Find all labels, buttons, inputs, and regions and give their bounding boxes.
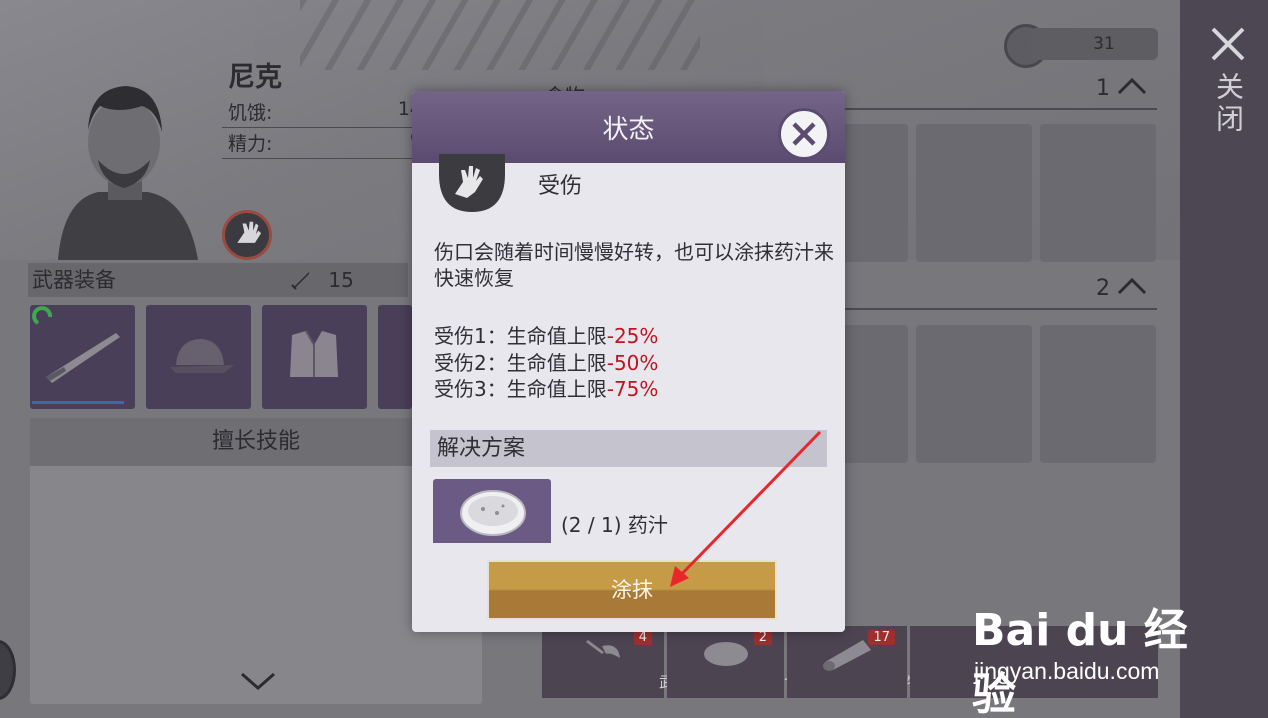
- medicine-item-slot[interactable]: [433, 479, 551, 543]
- stat-energy: 精力: 9: [222, 129, 422, 159]
- equip-slot-hat[interactable]: [146, 305, 251, 409]
- equip-slot-clothes[interactable]: [262, 305, 367, 409]
- chevron-up-icon: [1117, 277, 1147, 295]
- chevron-down-icon[interactable]: [238, 666, 278, 696]
- vest-icon: [290, 330, 338, 377]
- inventory-slot[interactable]: [1040, 124, 1156, 262]
- apply-button[interactable]: 涂抹: [487, 560, 777, 620]
- effect-line: 受伤3：生命值上限-75%: [434, 377, 659, 401]
- close-icon[interactable]: [1208, 24, 1248, 64]
- modal-close-button[interactable]: [778, 108, 830, 160]
- inventory-slot[interactable]: [916, 124, 1032, 262]
- modal-header: 状态: [412, 91, 845, 163]
- tab-food-medicine[interactable]: 2 食物药品: [667, 626, 844, 698]
- tab-badge: 4: [633, 630, 652, 645]
- injury-hand-icon: [439, 154, 505, 212]
- solution-header: 解决方案: [430, 430, 827, 467]
- left-menu-orb[interactable]: [0, 640, 16, 700]
- meat-icon: [703, 642, 748, 666]
- chevron-up-icon: [1117, 77, 1147, 95]
- equipment-title: 武器装备: [32, 268, 116, 292]
- condition-name: 受伤: [538, 174, 583, 199]
- medicine-requirement: (2 / 1) 药汁: [561, 513, 668, 537]
- baidu-watermark: Bai du 经验 jingyan.baidu.com: [972, 590, 1212, 718]
- stat-energy-label: 精力:: [228, 133, 273, 155]
- sword-icon: [291, 272, 309, 290]
- equip-slot-extra[interactable]: [378, 305, 412, 409]
- axe-icon: [586, 640, 620, 658]
- inventory-slot[interactable]: [1040, 325, 1156, 463]
- side-close-label[interactable]: 关闭: [1208, 72, 1248, 136]
- status-modal: 状态 受伤 伤口会随着时间慢慢好转，也可以涂抹药汁来快速恢复 受伤1：生命值上限…: [412, 91, 845, 632]
- effect-line: 受伤1：生命值上限-25%: [434, 324, 659, 348]
- inventory-medicine-count[interactable]: 2: [1096, 276, 1147, 301]
- watermark-domain: jingyan.baidu.com: [974, 658, 1160, 684]
- tab-materials[interactable]: 17 物资材料: [787, 626, 967, 698]
- inventory-slot[interactable]: [916, 325, 1032, 463]
- equip-slot-weapon[interactable]: [30, 305, 135, 409]
- equipment-header: 武器装备 15: [28, 263, 408, 324]
- tab-weapons-tools[interactable]: 4 武器工具: [542, 626, 719, 698]
- effect-line: 受伤2：生命值上限-50%: [434, 351, 659, 375]
- coin-count: 31: [1030, 28, 1158, 60]
- tab-badge: 17: [868, 630, 895, 645]
- attack-value: 15: [328, 268, 354, 292]
- character-portrait: [58, 86, 198, 260]
- character-name: 尼克: [228, 62, 282, 93]
- bowl-icon: [460, 490, 526, 536]
- knife-icon: [32, 306, 124, 404]
- condition-description: 伤口会随着时间慢慢好转，也可以涂抹药汁来快速恢复: [434, 240, 834, 290]
- tab-badge: 2: [753, 630, 772, 645]
- injury-status-icon[interactable]: [222, 210, 272, 260]
- inventory-food-count[interactable]: 1: [1096, 76, 1147, 101]
- cap-icon: [170, 339, 234, 373]
- watermark-brand: Bai du 经验: [972, 605, 1188, 718]
- close-icon: [792, 122, 816, 146]
- stat-hunger: 饥饿: 14: [222, 98, 422, 128]
- stat-hunger-label: 饥饿:: [228, 102, 273, 124]
